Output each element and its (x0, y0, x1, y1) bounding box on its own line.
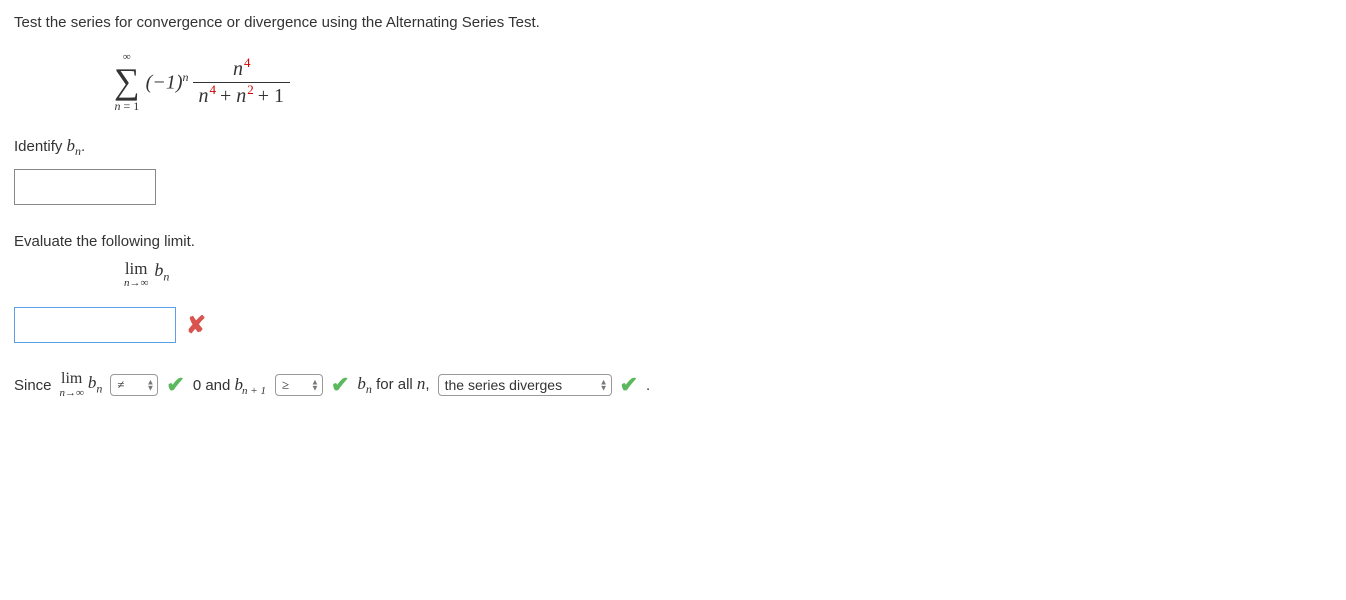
identify-bn-input[interactable] (14, 169, 156, 205)
comparison-dropdown-2[interactable]: ≥ ▲▼ (275, 374, 323, 396)
check-icon: ✔ (166, 372, 184, 398)
comparison-dropdown-1[interactable]: ≠ ▲▼ (110, 374, 158, 396)
limit-answer-input[interactable] (14, 307, 176, 343)
sum-lower-limit: n = 1 (114, 99, 139, 114)
check-icon: ✔ (620, 372, 638, 398)
stepper-icon: ▲▼ (311, 379, 319, 390)
check-icon: ✔ (331, 372, 349, 398)
sigma-symbol: ∑ (114, 63, 140, 99)
inline-limit: lim n→∞ (60, 371, 84, 399)
conclusion-line: Since lim n→∞ bn ≠ ▲▼ ✔ 0 and bn + 1 ≥ ▲… (14, 371, 1332, 399)
question-prompt: Test the series for convergence or diver… (14, 14, 1332, 31)
series-expression: ∞ ∑ n = 1 (−1)n n4 n4 + n2 + 1 (114, 51, 1332, 114)
conclusion-dropdown[interactable]: the series diverges ▲▼ (438, 374, 612, 396)
evaluate-limit-label: Evaluate the following limit. (14, 233, 1332, 250)
identify-bn-label: Identify bn. (14, 136, 1332, 159)
stepper-icon: ▲▼ (600, 379, 608, 390)
alternating-coefficient: (−1)n (146, 70, 189, 95)
limit-bn: bn (154, 260, 169, 285)
stepper-icon: ▲▼ (146, 379, 154, 390)
fraction-term: n4 n4 + n2 + 1 (193, 56, 291, 109)
wrong-icon: ✘ (186, 311, 206, 340)
limit-expression: lim n→∞ (124, 260, 148, 289)
